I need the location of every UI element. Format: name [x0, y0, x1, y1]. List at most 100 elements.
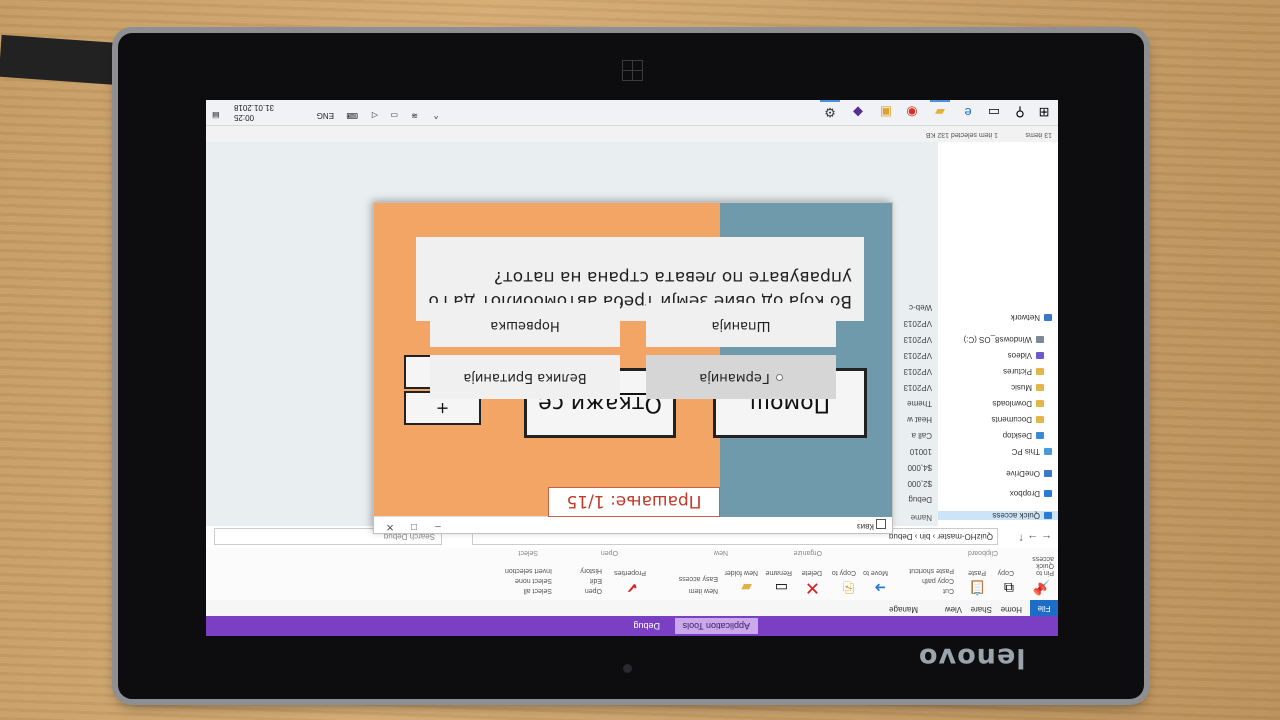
list-item[interactable]: $4,000 — [908, 463, 932, 472]
title-tab-application-tools[interactable]: Application Tools — [674, 618, 758, 634]
move-to-icon[interactable]: ➜ — [874, 579, 886, 596]
notifications-icon[interactable]: ▤ — [212, 111, 220, 120]
nav-item-videos[interactable]: Videos — [1008, 351, 1044, 360]
nav-item-pictures[interactable]: Pictures — [1003, 367, 1044, 376]
battery-icon[interactable]: ▭ — [390, 111, 398, 120]
ribbon-open-label[interactable]: Open — [585, 587, 602, 594]
folder-icon — [1036, 415, 1044, 423]
ribbon-group-select: Select — [518, 549, 538, 556]
delete-icon[interactable]: ✕ — [805, 577, 820, 598]
ribbon-group-open: Open — [600, 549, 618, 556]
ribbon-tab-home[interactable]: Home — [1001, 605, 1022, 614]
nav-item-documents[interactable]: Documents — [992, 415, 1044, 424]
search-icon[interactable]: ⚲ — [1010, 102, 1030, 122]
store-icon[interactable]: ▣ — [876, 102, 896, 122]
ribbon-group-organize: Organize — [793, 549, 822, 556]
windows-logo-icon[interactable] — [622, 60, 643, 81]
column-header-name[interactable]: Name — [911, 513, 932, 522]
nav-item-desktop[interactable]: Desktop — [1003, 431, 1044, 440]
answer-option-3[interactable]: Шпанија — [646, 303, 836, 347]
answer-option-4[interactable]: Норвешка — [430, 303, 620, 347]
ribbon-history-label[interactable]: History — [580, 567, 602, 574]
ribbon-easy-access-label[interactable]: Easy access — [679, 575, 718, 582]
rename-icon[interactable]: ▭ — [775, 579, 788, 596]
wifi-icon[interactable]: ≋ — [411, 111, 418, 120]
dropbox-icon — [1044, 489, 1052, 497]
pin-icon[interactable]: 📌 — [1033, 579, 1050, 596]
list-item[interactable]: 10010 — [910, 447, 932, 456]
ribbon-select-all-label[interactable]: Select all — [524, 587, 552, 594]
volume-icon[interactable]: ◁ — [372, 111, 378, 120]
list-item[interactable]: Heat w — [907, 415, 932, 424]
task-view-icon[interactable]: ▭ — [984, 102, 1004, 122]
tray-chevron-icon[interactable]: ^ — [434, 111, 438, 120]
quiz-window-title: Квиз — [856, 522, 874, 531]
start-icon[interactable]: ⊞ — [1034, 102, 1054, 122]
ribbon-cut-label[interactable]: Cut — [943, 587, 954, 594]
clock-date: 31.01.2018 — [234, 103, 275, 112]
download-folder-icon — [1036, 399, 1044, 407]
file-explorer-icon[interactable]: ▰ — [930, 100, 950, 122]
settings-icon[interactable]: ⚙ — [820, 100, 840, 122]
list-item[interactable]: Web-c — [909, 303, 932, 312]
answer-option-2[interactable]: Велика Британија — [430, 355, 620, 399]
ribbon-new-item-label[interactable]: New item — [689, 587, 718, 594]
nav-item-onedrive[interactable]: OneDrive — [1006, 469, 1052, 478]
nav-label: OneDrive — [1006, 469, 1040, 478]
nav-item-this-pc[interactable]: This PC — [1012, 447, 1052, 456]
list-item[interactable]: Debug — [908, 495, 932, 504]
nav-item-dropbox[interactable]: Dropbox — [1010, 489, 1052, 498]
ribbon-move-to-label: Move to — [863, 569, 888, 576]
list-item[interactable]: Call a — [912, 431, 932, 440]
copy-to-icon[interactable]: ⎘ — [843, 579, 854, 596]
list-item[interactable]: VP2013 — [904, 335, 932, 344]
ribbon-tab-file[interactable]: File — [1030, 600, 1058, 616]
ribbon-paste-shortcut-label[interactable]: Paste shortcut — [909, 567, 954, 574]
maximize-icon[interactable]: □ — [402, 521, 426, 532]
list-item[interactable]: $2,000 — [908, 479, 932, 488]
minimize-icon[interactable]: – — [426, 521, 450, 532]
edge-icon[interactable]: e — [958, 102, 978, 122]
ribbon-tab-manage[interactable]: Manage — [889, 605, 918, 614]
ribbon-copy-path-label[interactable]: Copy path — [922, 577, 954, 584]
list-item[interactable]: VP2013 — [904, 319, 932, 328]
copy-icon[interactable]: ⧉ — [1004, 579, 1014, 596]
ribbon-invert-selection-label[interactable]: Invert selection — [505, 567, 552, 574]
ribbon-pin-label: Pin to Quick access — [1032, 555, 1054, 576]
answer-option-1[interactable]: Германија — [646, 355, 836, 399]
ribbon-new-folder-label: New folder — [724, 569, 758, 576]
ribbon-select-none-label[interactable]: Select none — [515, 577, 552, 584]
pictures-folder-icon — [1036, 367, 1044, 375]
paste-icon[interactable]: 📋 — [969, 579, 986, 596]
nav-label: Windows8_OS (C:) — [963, 335, 1032, 344]
nav-item-quick-access[interactable]: Quick access — [938, 511, 1058, 520]
language-indicator[interactable]: ENG — [317, 111, 334, 120]
taskbar: ⊞ ⚲ ▭ e ▰ ◉ ▣ ◆ ⚙ ^ ≋ ▭ ◁ ⌨ ENG 00:25 31… — [206, 100, 1058, 126]
ribbon-tab-share[interactable]: Share — [971, 605, 992, 614]
keyboard-icon[interactable]: ⌨ — [346, 111, 358, 120]
music-folder-icon — [1036, 383, 1044, 391]
list-item[interactable]: Theme — [907, 399, 932, 408]
ribbon-tab-view[interactable]: View — [945, 605, 962, 614]
nav-label: Quick access — [992, 511, 1040, 520]
nav-item-music[interactable]: Music — [1011, 383, 1044, 392]
list-item[interactable]: VP2013 — [904, 367, 932, 376]
new-folder-icon[interactable]: ▰ — [741, 579, 752, 596]
list-item[interactable]: VP2013 — [904, 383, 932, 392]
ribbon-properties-label: Properties — [614, 569, 646, 576]
clock[interactable]: 00:25 31.01.2018 — [234, 102, 274, 122]
chrome-icon[interactable]: ◉ — [902, 102, 922, 122]
ribbon-rename-label: Rename — [765, 569, 792, 576]
ribbon-group-new: New — [713, 549, 728, 556]
list-item[interactable]: VP2013 — [904, 351, 932, 360]
nav-item-c-drive[interactable]: Windows8_OS (C:) — [964, 335, 1044, 344]
nav-arrows-icon[interactable]: ← → ↑ — [1018, 532, 1052, 544]
close-icon[interactable]: ✕ — [378, 521, 402, 532]
ribbon-edit-label[interactable]: Edit — [590, 577, 602, 584]
nav-item-network[interactable]: Network — [1011, 313, 1052, 322]
ribbon-tabs: File Home Share View Manage — [206, 599, 1058, 616]
ribbon-group-clipboard: Clipboard — [968, 549, 998, 556]
visual-studio-icon[interactable]: ◆ — [848, 102, 868, 122]
nav-item-downloads[interactable]: Downloads — [992, 399, 1044, 408]
properties-icon[interactable]: ✔ — [626, 579, 638, 596]
